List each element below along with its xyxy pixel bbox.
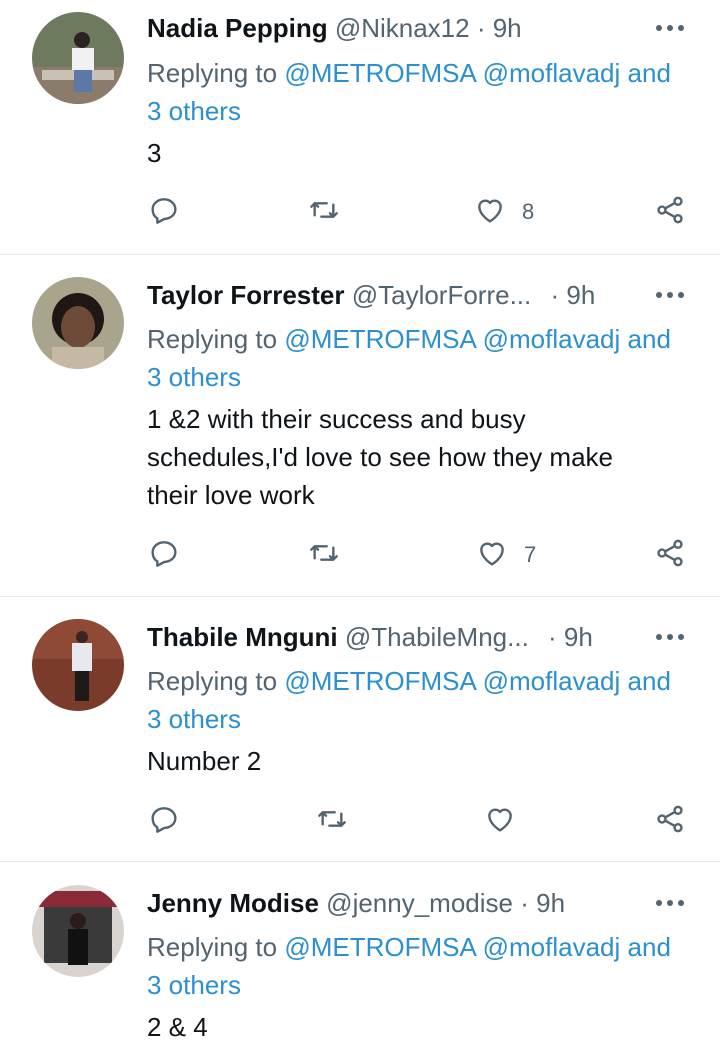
replying-to: Replying to @METROFMSA @moflavadj and 3 … <box>147 928 687 1004</box>
share-icon <box>654 537 686 574</box>
avatar[interactable] <box>32 885 124 977</box>
retweet-button[interactable] <box>308 192 340 232</box>
display-name[interactable]: Thabile Mnguni <box>147 622 338 652</box>
share-button[interactable] <box>654 192 686 232</box>
reply-icon <box>148 537 180 574</box>
reply-button[interactable] <box>148 192 180 232</box>
timestamp[interactable]: · 9h <box>520 888 565 918</box>
mention-link[interactable]: @METROFMSA <box>284 666 475 696</box>
share-icon <box>654 803 686 840</box>
like-count: 7 <box>524 542 537 567</box>
reply-button[interactable] <box>148 801 180 841</box>
reply-text: Number 2 <box>147 746 262 776</box>
more-options-icon[interactable] <box>654 10 686 46</box>
retweet-button[interactable] <box>308 535 340 575</box>
display-name[interactable]: Nadia Pepping <box>147 13 328 43</box>
share-icon <box>654 194 686 231</box>
user-handle[interactable]: @Niknax12 <box>335 13 470 43</box>
replying-to: Replying to @METROFMSA @moflavadj and 3 … <box>147 320 687 396</box>
reply-button[interactable] <box>148 535 180 575</box>
more-options-icon[interactable] <box>654 885 686 921</box>
like-button[interactable]: 7 <box>476 535 536 575</box>
mention-link[interactable]: @moflavadj <box>483 932 621 962</box>
reply-item[interactable]: Nadia Pepping @Niknax12 · 9h Replying to… <box>0 10 720 254</box>
mention-link[interactable]: @moflavadj <box>483 58 621 88</box>
more-options-icon[interactable] <box>654 277 686 313</box>
avatar[interactable] <box>32 277 124 369</box>
reply-item[interactable]: Thabile Mnguni @ThabileMng... · 9h Reply… <box>0 619 720 861</box>
reply-item[interactable]: Jenny Modise @jenny_modise · 9h Replying… <box>0 885 720 1049</box>
mention-link[interactable]: @METROFMSA <box>284 932 475 962</box>
divider <box>0 596 720 597</box>
retweet-icon <box>308 194 340 231</box>
mention-link[interactable]: @moflavadj <box>483 324 621 354</box>
reply-text: 2 & 4 <box>147 1012 208 1042</box>
user-handle[interactable]: @jenny_modise <box>326 888 513 918</box>
share-button[interactable] <box>654 801 686 841</box>
reply-header: Nadia Pepping @Niknax12 · 9h <box>147 10 522 46</box>
reply-header: Thabile Mnguni @ThabileMng... · 9h <box>147 619 593 655</box>
reply-item[interactable]: Taylor Forrester @TaylorForre... · 9h Re… <box>0 277 720 595</box>
heart-icon <box>474 194 506 231</box>
action-bar <box>0 801 720 841</box>
like-button[interactable] <box>484 801 532 841</box>
reply-header: Taylor Forrester @TaylorForre... · 9h <box>147 277 595 313</box>
display-name[interactable]: Taylor Forrester <box>147 280 344 310</box>
divider <box>0 254 720 255</box>
avatar[interactable] <box>32 619 124 711</box>
replying-to: Replying to @METROFMSA @moflavadj and 3 … <box>147 662 687 738</box>
replying-to: Replying to @METROFMSA @moflavadj and 3 … <box>147 54 687 130</box>
reply-text: 3 <box>147 138 162 168</box>
replying-prefix: Replying to <box>147 666 278 696</box>
display-name[interactable]: Jenny Modise <box>147 888 319 918</box>
reply-icon <box>148 803 180 840</box>
reply-header: Jenny Modise @jenny_modise · 9h <box>147 885 565 921</box>
avatar[interactable] <box>32 12 124 104</box>
retweet-icon <box>316 803 348 840</box>
user-handle[interactable]: @ThabileMng... <box>345 622 529 652</box>
user-handle[interactable]: @TaylorForre... <box>352 280 532 310</box>
action-bar: 8 <box>0 192 720 232</box>
replying-prefix: Replying to <box>147 324 278 354</box>
mention-link[interactable]: @METROFMSA <box>284 58 475 88</box>
retweet-icon <box>308 537 340 574</box>
like-count: 8 <box>522 199 535 224</box>
reply-icon <box>148 194 180 231</box>
more-options-icon[interactable] <box>654 619 686 655</box>
timestamp[interactable]: · 9h <box>548 622 593 652</box>
action-bar: 7 <box>0 535 720 575</box>
divider <box>0 861 720 862</box>
timestamp[interactable]: · 9h <box>477 13 522 43</box>
share-button[interactable] <box>654 535 686 575</box>
reply-text: 1 &2 with their success and busy schedul… <box>147 404 614 510</box>
mention-link[interactable]: @moflavadj <box>483 666 621 696</box>
replying-prefix: Replying to <box>147 58 278 88</box>
mention-link[interactable]: @METROFMSA <box>284 324 475 354</box>
timestamp[interactable]: · 9h <box>551 280 596 310</box>
replying-prefix: Replying to <box>147 932 278 962</box>
like-button[interactable]: 8 <box>474 192 534 232</box>
heart-icon <box>476 537 508 574</box>
heart-icon <box>484 803 516 840</box>
retweet-button[interactable] <box>316 801 348 841</box>
